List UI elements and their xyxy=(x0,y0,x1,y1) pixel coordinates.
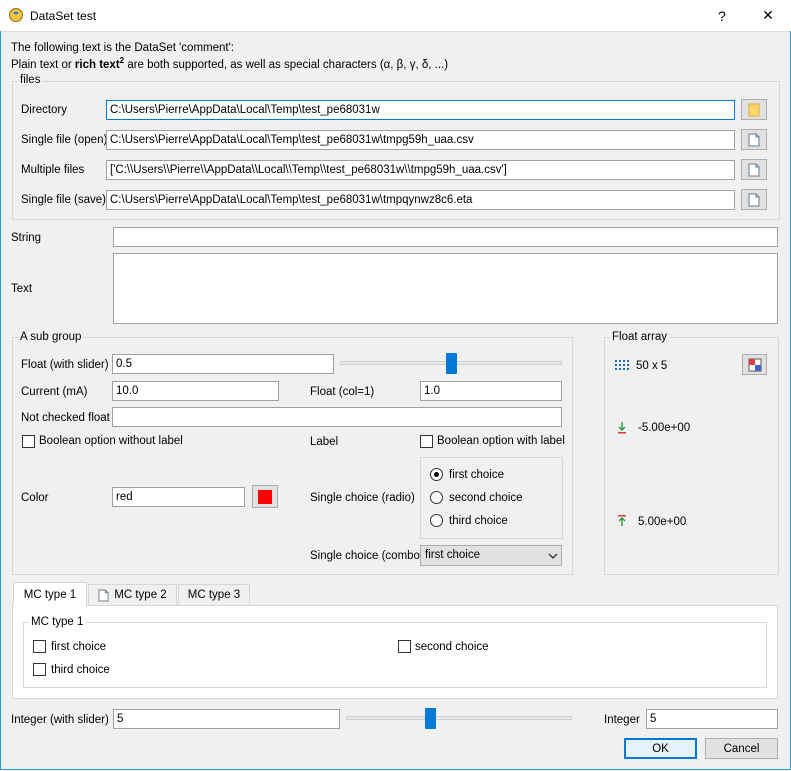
string-label: String xyxy=(11,232,42,244)
cancel-button[interactable]: Cancel xyxy=(705,738,778,759)
arrow-down-min-icon xyxy=(618,422,626,434)
mc-third-label: third choice xyxy=(51,664,110,676)
text-area[interactable] xyxy=(113,253,778,324)
tab-mc-type-2[interactable]: MC type 2 xyxy=(88,584,177,605)
title-bar xyxy=(0,0,791,32)
radio-third-label: third choice xyxy=(449,515,508,527)
single-choice-combo[interactable]: first choice xyxy=(420,545,562,566)
float-slider-thumb[interactable] xyxy=(446,353,457,374)
browse-open-file-button[interactable] xyxy=(741,129,767,150)
table-edit-icon xyxy=(748,358,761,371)
file-icon xyxy=(748,133,760,146)
browse-save-file-button[interactable] xyxy=(741,189,767,210)
radio-label: Single choice (radio) xyxy=(310,492,415,504)
bool-no-label-text: Boolean option without label xyxy=(39,435,183,447)
integer-slider-thumb[interactable] xyxy=(425,708,436,729)
file-icon xyxy=(748,193,760,206)
mc-first-checkbox[interactable] xyxy=(33,640,46,653)
text-label: Text xyxy=(11,283,33,295)
color-label: Color xyxy=(21,492,49,504)
label-text: Label xyxy=(310,436,339,448)
files-group-title: files xyxy=(18,74,43,86)
combo-value: first choice xyxy=(425,549,480,561)
close-button[interactable]: ✕ xyxy=(745,0,791,31)
bool-no-label-checkbox[interactable] xyxy=(22,435,35,448)
multiple-files-label: Multiple files xyxy=(21,164,85,176)
integer-slider-input[interactable] xyxy=(113,709,340,729)
save-file-label: Single file (save) xyxy=(21,194,107,206)
float-slider-input[interactable] xyxy=(112,354,334,374)
ok-button[interactable]: OK xyxy=(624,738,697,759)
integer-label: Integer xyxy=(604,714,640,726)
float-col-label: Float (col=1) xyxy=(310,386,375,398)
browse-multiple-files-button[interactable] xyxy=(741,159,767,180)
open-file-input[interactable] xyxy=(106,130,735,150)
tab-mc-type-2-label: MC type 2 xyxy=(114,589,167,601)
mc-group-box xyxy=(23,622,767,688)
tab-mc-type-1-label: MC type 1 xyxy=(23,588,77,601)
comment-line-2: Plain text or rich text2 are both suppor… xyxy=(11,56,448,71)
arrow-up-max-icon xyxy=(618,515,626,526)
directory-label: Directory xyxy=(21,104,68,116)
string-input[interactable] xyxy=(113,227,778,247)
comment-bold: rich text xyxy=(74,58,120,71)
integer-slider-track[interactable] xyxy=(346,716,572,720)
mc-group-title: MC type 1 xyxy=(29,616,86,628)
save-file-input[interactable] xyxy=(106,190,735,210)
chevron-down-icon xyxy=(548,553,558,559)
radio-third-choice[interactable] xyxy=(430,514,443,527)
multiple-files-input[interactable] xyxy=(106,160,735,180)
current-label: Current (mA) xyxy=(21,386,88,398)
bool-with-label-checkbox[interactable] xyxy=(420,435,433,448)
file-icon xyxy=(748,163,760,176)
float-slider-label: Float (with slider) xyxy=(21,359,109,371)
edit-array-button[interactable] xyxy=(742,354,767,375)
cancel-label: Cancel xyxy=(723,742,760,755)
not-checked-label: Not checked float xyxy=(21,412,110,424)
browse-directory-button[interactable] xyxy=(741,99,767,120)
ok-label: OK xyxy=(652,742,669,755)
combo-label: Single choice (combo) xyxy=(310,550,424,562)
window-title: DataSet test xyxy=(30,9,97,23)
array-min-value: -5.00e+00 xyxy=(638,422,691,434)
tab-mc-type-1[interactable]: MC type 1 xyxy=(13,582,87,606)
tab-mc-type-3-label: MC type 3 xyxy=(187,589,241,601)
float-col-input[interactable] xyxy=(420,381,562,401)
directory-input[interactable] xyxy=(106,100,735,120)
array-max-value: 5.00e+00 xyxy=(638,516,687,528)
open-file-label: Single file (open) xyxy=(21,134,108,146)
color-input[interactable] xyxy=(112,487,245,507)
radio-second-choice[interactable] xyxy=(430,491,443,504)
radio-first-label: first choice xyxy=(449,469,504,481)
array-grid-icon xyxy=(615,360,629,370)
radio-second-label: second choice xyxy=(449,492,523,504)
not-checked-input[interactable] xyxy=(112,407,562,427)
radio-first-choice[interactable] xyxy=(430,468,443,481)
integer-input[interactable] xyxy=(646,709,778,729)
bool-with-label-text: Boolean option with label xyxy=(437,435,565,447)
subgroup-title: A sub group xyxy=(18,331,84,343)
mc-second-label: second choice xyxy=(415,641,489,653)
color-swatch xyxy=(258,489,272,504)
folder-icon xyxy=(748,103,760,116)
help-button[interactable]: ? xyxy=(699,0,745,31)
comment-prefix: Plain text or xyxy=(11,58,75,71)
file-icon xyxy=(98,589,109,601)
float-array-title: Float array xyxy=(610,331,669,343)
integer-slider-label: Integer (with slider) xyxy=(11,714,109,726)
array-shape: 50 x 5 xyxy=(636,360,668,372)
tab-mc-type-3[interactable]: MC type 3 xyxy=(178,584,250,605)
mc-third-checkbox[interactable] xyxy=(33,663,46,676)
mc-first-label: first choice xyxy=(51,641,106,653)
mc-second-checkbox[interactable] xyxy=(398,640,411,653)
comment-line-1: The following text is the DataSet 'comme… xyxy=(11,42,234,54)
current-input[interactable] xyxy=(112,381,279,401)
color-picker-button[interactable] xyxy=(252,485,278,508)
comment-suffix: are both supported, as well as special c… xyxy=(124,58,449,71)
app-icon xyxy=(9,8,23,22)
